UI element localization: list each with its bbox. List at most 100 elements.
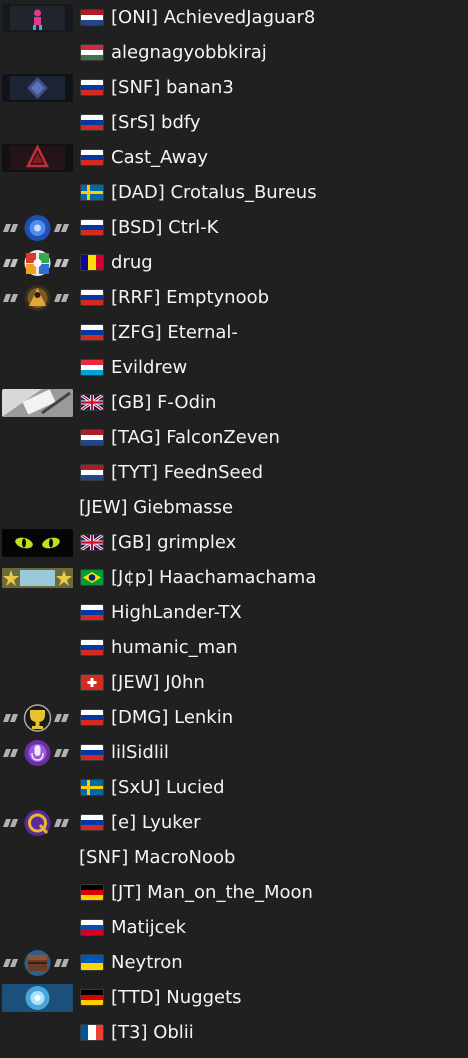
flag-ch-icon [80,674,104,691]
blue-light-portrait-icon [2,984,73,1012]
colorful-portrait-icon [2,249,73,277]
purple-mic-portrait-icon [2,739,73,767]
purple-gold-portrait-icon [2,809,73,837]
flag-se-icon [80,779,104,796]
player-row-alegnagyobbkiraj[interactable]: alegnagyobbkiraj [0,35,468,70]
player-name: [JEW] Giebmasse [79,497,234,518]
flag-ru-icon [80,604,104,621]
player-row-highlander-tx[interactable]: HighLander-TX [0,595,468,630]
player-name: drug [111,252,153,273]
player-row-bsd-ctrl-k[interactable]: [BSD] Ctrl-K [0,210,468,245]
player-name: [SrS] bdfy [111,112,201,133]
player-row-matijcek[interactable]: Matijcek [0,910,468,945]
eyes-portrait-icon [2,529,73,557]
gold-orb-portrait-icon [2,284,73,312]
flag-nl-icon [80,429,104,446]
player-name: [GB] F-Odin [111,392,217,413]
player-name: [TYT] FeednSeed [111,462,264,483]
player-name: Cast_Away [111,147,209,168]
player-row-oni-achievedjaguar8[interactable]: [ONI] AchievedJaguar8 [0,0,468,35]
flag-de-icon [80,989,104,1006]
player-row-tag-falconzeven[interactable]: [TAG] FalconZeven [0,420,468,455]
player-name: HighLander-TX [111,602,242,623]
player-name: [TTD] Nuggets [111,987,242,1008]
player-row-j-p-haachamachama[interactable]: [J¢p] Haachamachama [0,560,468,595]
player-name: [ZFG] Eternal- [111,322,238,343]
flag-ua-icon [80,954,104,971]
player-name: [DAD] Crotalus_Bureus [111,182,317,203]
dark-diamond-portrait-icon [2,74,73,102]
player-row-gb-f-odin[interactable]: [GB] F-Odin [0,385,468,420]
grey-portrait-icon [2,389,73,417]
flag-si-icon [80,919,104,936]
dark-figure-portrait-icon [2,4,73,32]
player-row-neytron[interactable]: Neytron [0,945,468,980]
flag-lu-icon [80,359,104,376]
player-row-tyt-feednseed[interactable]: [TYT] FeednSeed [0,455,468,490]
blue-orb-portrait-icon [2,214,73,242]
player-row-jt-man-on-the-moon[interactable]: [JT] Man_on_the_Moon [0,875,468,910]
player-row-dad-crotalus-bureus[interactable]: [DAD] Crotalus_Bureus [0,175,468,210]
player-row-e-lyuker[interactable]: [e] Lyuker [0,805,468,840]
flag-ru-icon [80,744,104,761]
flag-fr-icon [80,1024,104,1041]
flag-br-icon [80,569,104,586]
flag-ru-icon [80,149,104,166]
player-name: [SNF] MacroNoob [79,847,236,868]
player-name: [SNF] banan3 [111,77,234,98]
player-row-ttd-nuggets[interactable]: [TTD] Nuggets [0,980,468,1015]
player-name: [SxU] Lucied [111,777,225,798]
player-name: [T3] Oblii [111,1022,194,1043]
player-row-evildrew[interactable]: Evildrew [0,350,468,385]
player-row-dmg-lenkin[interactable]: [DMG] Lenkin [0,700,468,735]
flag-ad-icon [80,254,104,271]
player-row-gb-grimplex[interactable]: [GB] grimplex [0,525,468,560]
player-row-snf-banan3[interactable]: [SNF] banan3 [0,70,468,105]
player-row-rrf-emptynoob[interactable]: [RRF] Emptynoob [0,280,468,315]
player-row-jew-giebmasse[interactable]: [JEW] Giebmasse [0,490,468,525]
player-name: [J¢p] Haachamachama [111,567,317,588]
player-row-drug[interactable]: drug [0,245,468,280]
player-name: [ONI] AchievedJaguar8 [111,7,316,28]
flag-de-icon [80,884,104,901]
player-row-zfg-eternal[interactable]: [ZFG] Eternal- [0,315,468,350]
flag-ru-icon [80,814,104,831]
player-row-jew-j0hn[interactable]: [JEW] J0hn [0,665,468,700]
player-row-cast-away[interactable]: Cast_Away [0,140,468,175]
flag-ru-icon [80,79,104,96]
player-name: [BSD] Ctrl-K [111,217,219,238]
flag-ru-icon [80,324,104,341]
player-name: [JEW] J0hn [111,672,205,693]
flag-ru-icon [80,639,104,656]
player-row-sxu-lucied[interactable]: [SxU] Lucied [0,770,468,805]
flag-gb-icon [80,534,104,551]
flag-gb-icon [80,394,104,411]
player-name: [TAG] FalconZeven [111,427,280,448]
flag-ru-icon [80,114,104,131]
player-name: [e] Lyuker [111,812,201,833]
flag-ru-icon [80,709,104,726]
stars-portrait-icon [2,564,73,592]
player-name: Evildrew [111,357,188,378]
flag-nl-icon [80,9,104,26]
dark-red-portrait-icon [2,144,73,172]
player-name: [RRF] Emptynoob [111,287,270,308]
player-list: [ONI] AchievedJaguar8 alegnagyobbkiraj [SN… [0,0,468,1058]
player-name: [JT] Man_on_the_Moon [111,882,313,903]
player-name: alegnagyobbkiraj [111,42,267,63]
player-row-t3-oblii[interactable]: [T3] Oblii [0,1015,468,1050]
player-name: Matijcek [111,917,187,938]
flag-ru-icon [80,289,104,306]
flag-ru-icon [80,219,104,236]
flag-se-icon [80,184,104,201]
flag-nl-icon [80,464,104,481]
player-name: Neytron [111,952,183,973]
brown-orb-portrait-icon [2,949,73,977]
gold-trophy-portrait-icon [2,704,73,732]
player-row-lilsidlil[interactable]: lilSidlil [0,735,468,770]
player-row-snf-macronoob[interactable]: [SNF] MacroNoob [0,840,468,875]
player-name: humanic_man [111,637,238,658]
player-row-humanic-man[interactable]: humanic_man [0,630,468,665]
player-row-srs-bdfy[interactable]: [SrS] bdfy [0,105,468,140]
player-name: [DMG] Lenkin [111,707,234,728]
